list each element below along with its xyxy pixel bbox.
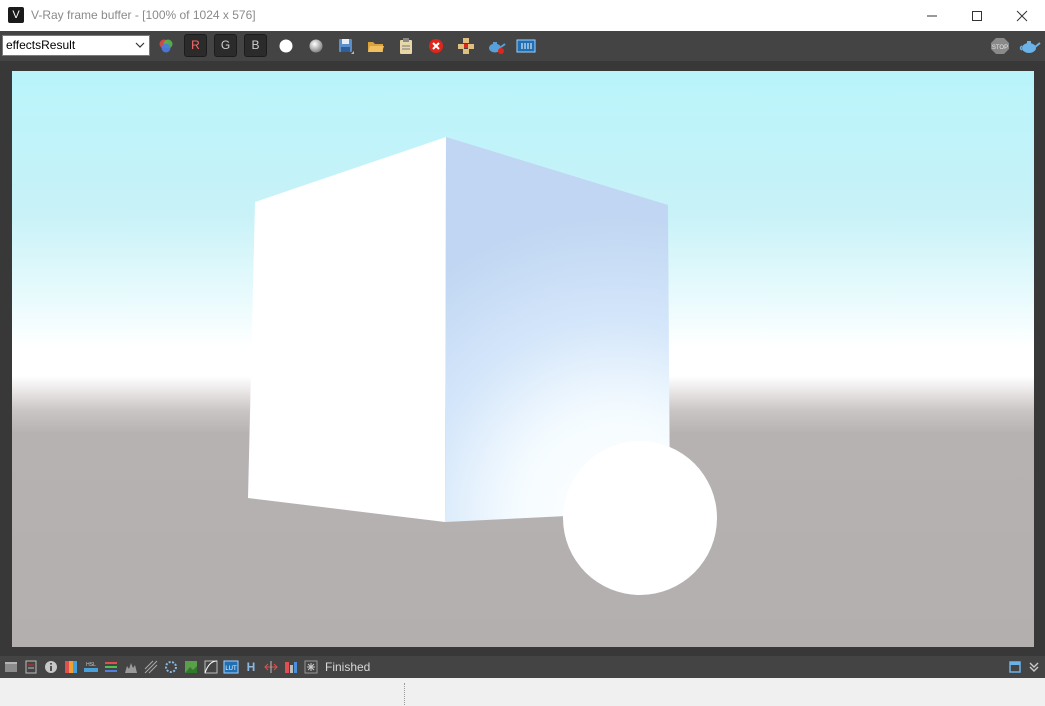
window-title: V-Ray frame buffer - [100% of 1024 x 576… (31, 8, 256, 22)
rendered-image[interactable] (12, 71, 1034, 647)
white-dot-icon (279, 39, 293, 53)
render-button[interactable] (1019, 35, 1041, 57)
curve-icon (204, 660, 218, 674)
toolbar: effectsResult R G B STOP (0, 31, 1045, 61)
stop-render-button[interactable]: STOP (989, 35, 1011, 57)
clear-button[interactable] (425, 35, 447, 57)
sphere (563, 441, 717, 595)
lens-effects-button[interactable] (63, 659, 79, 675)
panel-button[interactable] (3, 659, 19, 675)
hsl-button[interactable]: HSL (83, 659, 99, 675)
bars-icon (285, 662, 297, 673)
ab-compare-button[interactable] (283, 659, 299, 675)
window-toggle-button[interactable] (1007, 659, 1023, 675)
lut-button[interactable]: LUT (223, 659, 239, 675)
hsl-icon: HSL (84, 662, 98, 672)
lens-icon (65, 661, 77, 673)
gray-dot-button[interactable] (305, 35, 327, 57)
cube-left-face (248, 137, 446, 522)
title-bar: V V-Ray frame buffer - [100% of 1024 x 5… (0, 0, 1045, 32)
scene-illustration (248, 137, 717, 595)
blue-channel-button[interactable]: B (244, 34, 267, 57)
asterisk-button[interactable] (303, 659, 319, 675)
white-dot-button[interactable] (275, 35, 297, 57)
chevron-down-icon (135, 42, 145, 48)
red-channel-button[interactable]: R (184, 34, 207, 57)
region-render-button[interactable] (455, 35, 477, 57)
svg-text:STOP: STOP (992, 45, 1008, 51)
minimize-button[interactable] (909, 0, 955, 31)
maximize-button[interactable] (954, 0, 1000, 31)
film-icon (516, 39, 536, 53)
info-icon (45, 661, 57, 673)
denoise-button[interactable] (163, 659, 179, 675)
render-interactive-button[interactable] (485, 35, 507, 57)
histogram-button[interactable] (123, 659, 139, 675)
minimize-icon (927, 15, 937, 16)
save-button[interactable] (335, 35, 357, 57)
panel-icon (5, 662, 17, 672)
levels-button[interactable] (103, 659, 119, 675)
compare-icon (264, 661, 278, 673)
image-icon (185, 661, 197, 673)
film-button[interactable] (515, 35, 537, 57)
denoise-icon (165, 661, 177, 673)
compare-button[interactable] (263, 659, 279, 675)
color-mode-icon (159, 39, 173, 53)
status-text: Finished (325, 660, 371, 674)
close-button[interactable] (999, 0, 1045, 31)
vray-logo-icon: V (8, 7, 24, 23)
window-icon (1009, 661, 1021, 673)
teapot-icon (1019, 41, 1041, 53)
image-adjust-button[interactable] (183, 659, 199, 675)
asterisk-icon (304, 660, 318, 674)
clipboard-button[interactable] (395, 35, 417, 57)
chevron-down-icon (1029, 662, 1039, 672)
close-icon (1016, 10, 1028, 21)
color-mode-button[interactable] (155, 35, 177, 57)
lut-icon: LUT (223, 660, 239, 674)
svg-text:HSL: HSL (86, 662, 96, 668)
expand-button[interactable] (1026, 659, 1042, 675)
h-glyph-button[interactable]: H (243, 659, 259, 675)
region-icon (458, 38, 474, 54)
green-channel-button[interactable]: G (214, 34, 237, 57)
clipboard-icon (400, 38, 412, 54)
histogram-icon (125, 663, 137, 673)
teapot-render-icon (489, 42, 506, 54)
channel-select-value: effectsResult (6, 38, 76, 52)
resize-grip[interactable] (404, 683, 407, 705)
open-button[interactable] (365, 35, 387, 57)
history-button[interactable] (23, 659, 39, 675)
maximize-icon (972, 10, 982, 21)
svg-text:LUT: LUT (225, 666, 237, 672)
gray-dot-icon (309, 39, 323, 53)
levels-icon (105, 662, 117, 672)
save-icon (339, 39, 354, 54)
info-button[interactable] (43, 659, 59, 675)
curves-button[interactable] (203, 659, 219, 675)
stop-icon: STOP (991, 38, 1009, 54)
open-icon (368, 42, 384, 52)
clear-icon (429, 39, 443, 53)
render-frame (0, 61, 1045, 656)
channel-select[interactable]: effectsResult (2, 35, 150, 56)
exposure-icon (144, 660, 158, 674)
exposure-button[interactable] (143, 659, 159, 675)
bottom-strip (0, 678, 1045, 706)
status-bar: HSL LUT H Finished (0, 656, 1045, 678)
history-icon (25, 660, 37, 674)
